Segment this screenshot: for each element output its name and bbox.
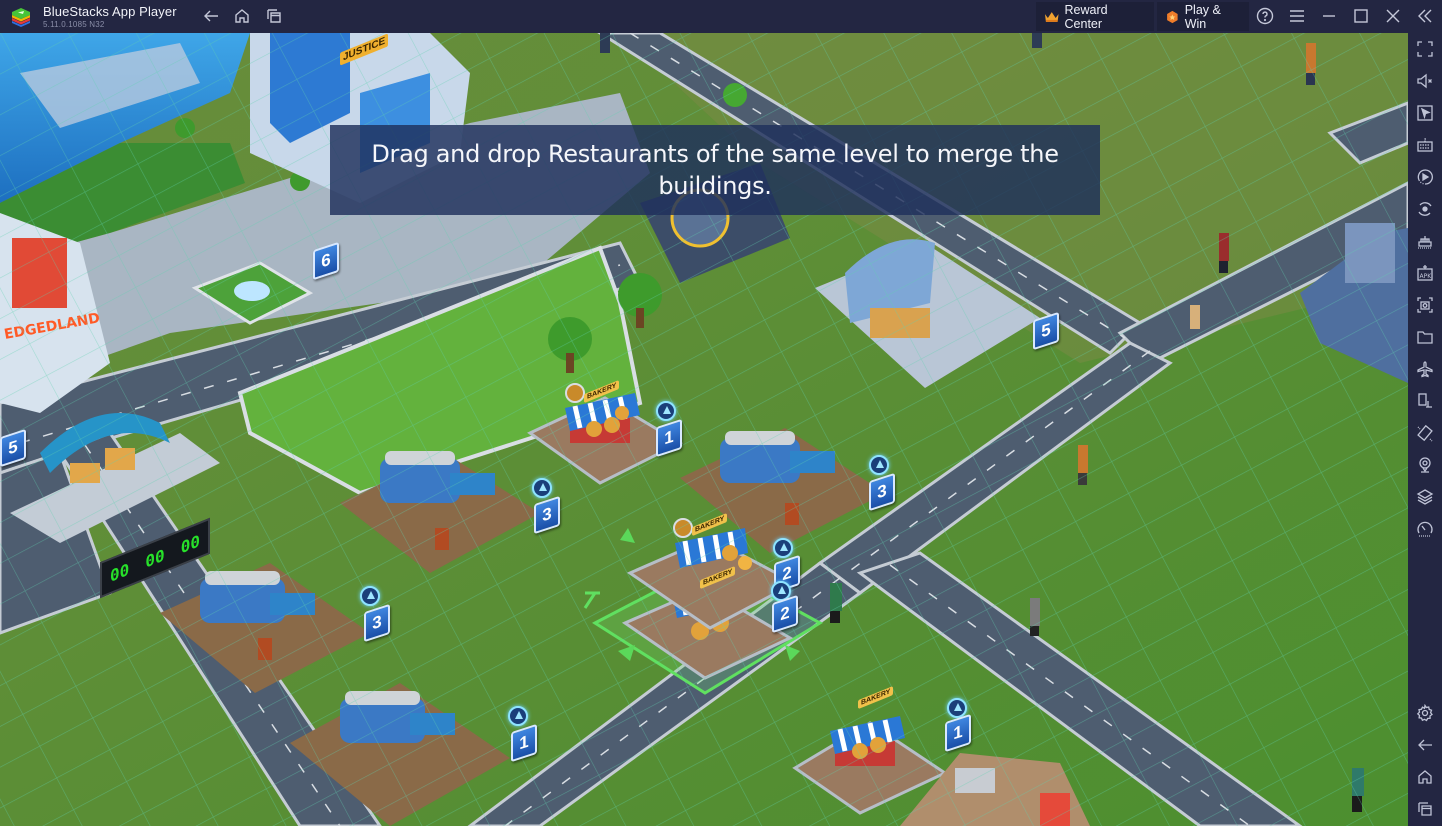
settings-button[interactable] xyxy=(1415,703,1435,723)
home-button[interactable] xyxy=(232,6,252,26)
upgrade-arrow-icon[interactable] xyxy=(869,455,889,475)
stack-button[interactable] xyxy=(1415,487,1435,507)
minimize-button[interactable] xyxy=(1319,6,1339,26)
game-viewport[interactable]: EDGEDLAND xyxy=(0,33,1408,826)
svg-text:APK: APK xyxy=(1420,273,1433,280)
help-icon xyxy=(1256,7,1274,25)
menu-button[interactable] xyxy=(1287,6,1307,26)
play-win-button[interactable]: Play & Win xyxy=(1157,2,1249,31)
volume-button[interactable] xyxy=(1415,71,1435,91)
home-icon xyxy=(235,9,249,23)
app-title: BlueStacks App Player xyxy=(43,4,177,19)
media-folder-button[interactable] xyxy=(1415,327,1435,347)
app-version: 5.11.0.1085 N32 xyxy=(43,20,105,29)
home-icon xyxy=(1418,770,1432,784)
pointer-icon xyxy=(1417,105,1433,121)
back-button[interactable] xyxy=(201,6,221,26)
score-digit-1: 00 xyxy=(110,558,130,586)
sync-icon xyxy=(1418,202,1432,216)
airplane-mode-button[interactable] xyxy=(1415,359,1435,379)
install-apk-button[interactable]: APK xyxy=(1415,263,1435,283)
rotate-icon xyxy=(1417,424,1433,442)
performance-icon xyxy=(1417,521,1433,537)
double-chevron-left-icon xyxy=(1418,9,1432,23)
close-button[interactable] xyxy=(1383,6,1403,26)
score-digit-3: 00 xyxy=(180,530,200,558)
title-bar: BlueStacks App Player 5.11.0.1085 N32 Re… xyxy=(0,0,1442,33)
close-icon xyxy=(1386,9,1400,23)
collapse-sidebar-button[interactable] xyxy=(1415,6,1435,26)
fullscreen-icon xyxy=(1417,41,1433,57)
fullscreen-button[interactable] xyxy=(1415,39,1435,59)
play-win-label: Play & Win xyxy=(1184,2,1221,31)
tutorial-text: Drag and drop Restaurants of the same le… xyxy=(371,140,1059,200)
eco-mode-button[interactable] xyxy=(1415,519,1435,539)
volume-mute-icon xyxy=(1417,73,1432,89)
bluestacks-logo-icon xyxy=(12,8,30,27)
recent-apps-button[interactable] xyxy=(264,6,284,26)
arrow-left-icon xyxy=(204,10,218,22)
screenshot-button[interactable] xyxy=(1415,295,1435,315)
right-sidebar: APK xyxy=(1408,33,1442,826)
location-icon xyxy=(1419,457,1431,473)
layers-icon xyxy=(1416,489,1434,505)
recent-apps-icon xyxy=(1418,802,1432,816)
lock-cursor-button[interactable] xyxy=(1415,103,1435,123)
reward-center-button[interactable]: Reward Center xyxy=(1036,2,1154,31)
location-button[interactable] xyxy=(1415,455,1435,475)
gamepad-icon xyxy=(1418,236,1432,249)
android-home-button[interactable] xyxy=(1415,767,1435,787)
multi-instance-button[interactable] xyxy=(1415,391,1435,411)
upgrade-arrow-icon[interactable] xyxy=(360,586,380,606)
sync-button[interactable] xyxy=(1415,199,1435,219)
rotate-button[interactable] xyxy=(1415,423,1435,443)
upgrade-arrow-icon[interactable] xyxy=(773,538,793,558)
upgrade-arrow-icon[interactable] xyxy=(656,401,676,421)
gamepad-button[interactable] xyxy=(1415,231,1435,251)
settings-icon xyxy=(1416,704,1433,722)
tutorial-banner: Drag and drop Restaurants of the same le… xyxy=(330,125,1100,215)
recent-apps-icon xyxy=(267,9,281,23)
minimize-icon xyxy=(1323,15,1335,17)
screenshot-icon xyxy=(1417,297,1433,313)
macro-recorder-button[interactable] xyxy=(1415,167,1435,187)
back-icon xyxy=(1418,739,1432,751)
game-controls-button[interactable] xyxy=(1415,135,1435,155)
play-win-badge-icon xyxy=(1167,10,1178,23)
multi-instance-icon xyxy=(1418,393,1432,408)
crown-icon xyxy=(1044,11,1059,22)
upgrade-arrow-icon[interactable] xyxy=(508,706,528,726)
reward-center-label: Reward Center xyxy=(1064,2,1108,31)
help-button[interactable] xyxy=(1255,6,1275,26)
hamburger-menu-icon xyxy=(1290,10,1304,22)
upgrade-arrow-icon[interactable] xyxy=(532,478,552,498)
maximize-button[interactable] xyxy=(1351,6,1371,26)
android-recent-apps-button[interactable] xyxy=(1415,799,1435,819)
apk-install-icon: APK xyxy=(1417,265,1433,281)
score-digit-2: 00 xyxy=(145,544,165,572)
airplane-icon xyxy=(1417,361,1433,378)
keyboard-icon xyxy=(1417,138,1433,152)
record-macro-icon xyxy=(1417,169,1433,185)
folder-icon xyxy=(1417,331,1433,344)
maximize-icon xyxy=(1354,9,1368,23)
android-back-button[interactable] xyxy=(1415,735,1435,755)
